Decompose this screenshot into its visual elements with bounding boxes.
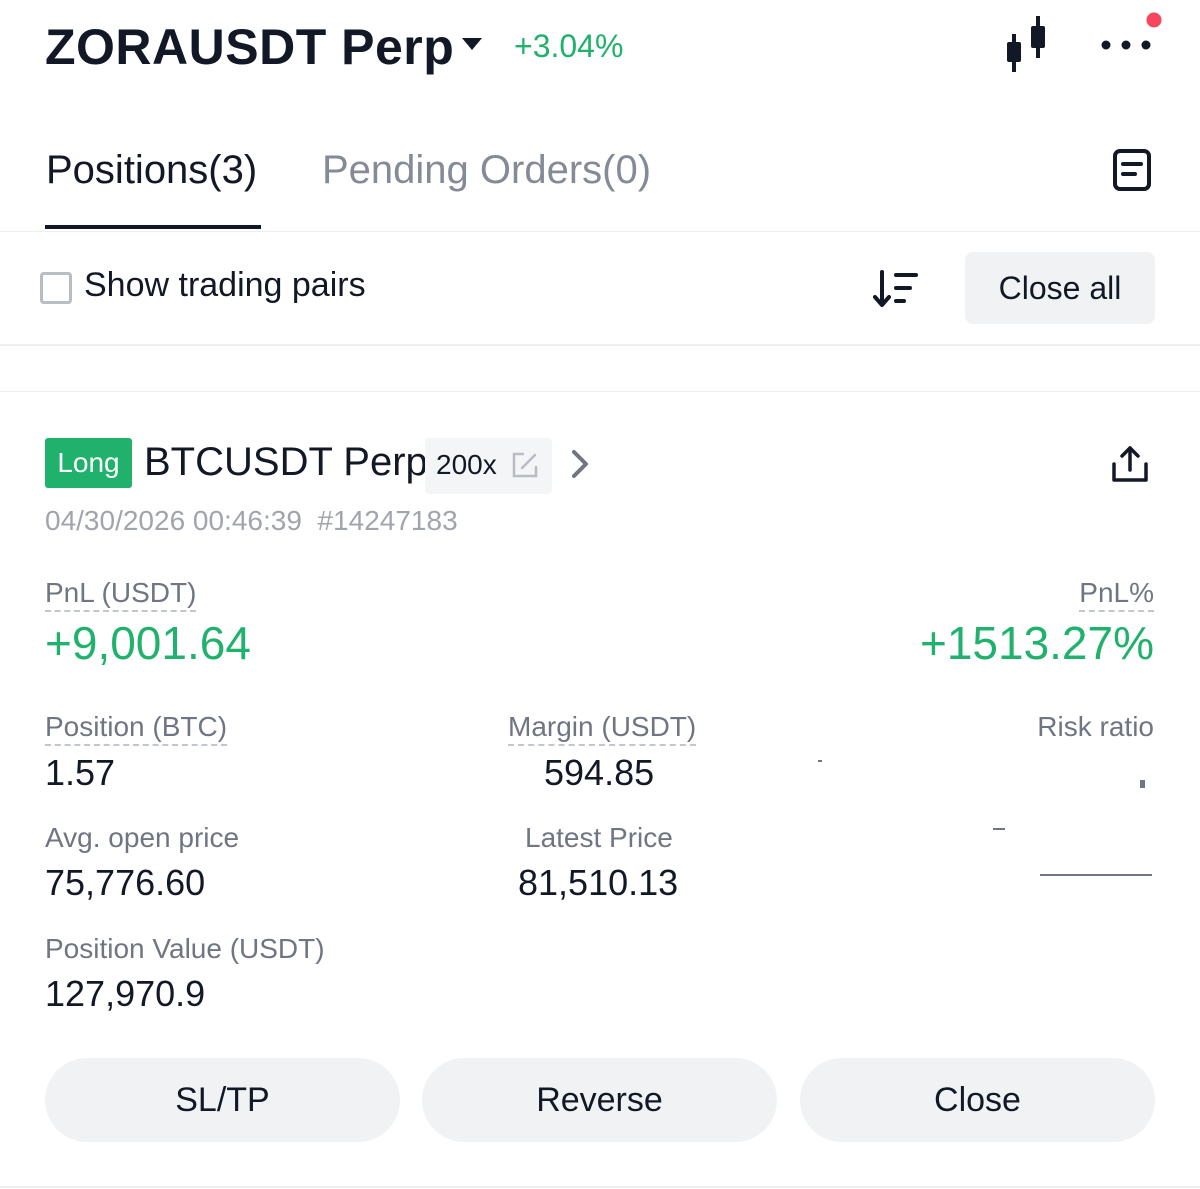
sl-tp-button[interactable]: SL/TP [45,1058,400,1142]
close-position-button[interactable]: Close [800,1058,1155,1142]
price-change-percent: +3.04% [514,28,624,64]
redaction-artifact [1040,874,1152,876]
chevron-right-icon[interactable] [568,448,592,480]
side-badge: Long [45,438,132,488]
order-id: #14247183 [317,505,458,536]
position-size-label[interactable]: Position (BTC) [45,711,228,746]
position-value-value: 127,970.9 [45,973,206,1014]
close-all-button[interactable]: Close all [965,252,1155,324]
active-tab-indicator [45,225,261,229]
position-timestamp: 04/30/2026 00:46:39 #14247183 [45,505,458,537]
leverage-value: 200x [436,449,497,480]
more-dots-icon[interactable] [1098,10,1162,60]
risk-ratio-label: Risk ratio [1037,711,1154,742]
position-pair[interactable]: BTCUSDT Perp [144,440,428,485]
redaction-artifact [993,828,1005,830]
redaction-artifact [818,760,822,762]
margin-label[interactable]: Margin (USDT) [508,711,697,746]
divider [0,344,1200,346]
notification-dot [1146,12,1162,28]
symbol-title[interactable]: ZORAUSDT Perp [45,18,454,76]
latest-price-label: Latest Price [525,822,673,853]
pnl-value: +9,001.64 [45,617,251,669]
reverse-button[interactable]: Reverse [422,1058,777,1142]
position-value-label: Position Value (USDT) [45,933,325,964]
pnl-label[interactable]: PnL (USDT) [45,577,197,612]
open-time: 04/30/2026 00:46:39 [45,505,302,536]
show-pairs-checkbox[interactable] [40,272,72,304]
tab-positions[interactable]: Positions(3) [46,148,257,193]
tab-pending-orders[interactable]: Pending Orders(0) [322,148,651,193]
divider [0,1186,1200,1188]
pnl-percent-value: +1513.27% [919,617,1154,669]
share-icon[interactable] [1110,444,1150,484]
margin-value: 594.85 [544,752,655,793]
avg-open-price-value: 75,776.60 [45,862,206,903]
position-size-value: 1.57 [45,752,116,793]
symbol-dropdown-icon[interactable] [462,38,482,50]
sort-icon[interactable] [872,268,920,310]
notes-icon[interactable] [1110,146,1154,194]
show-pairs-label[interactable]: Show trading pairs [84,266,366,305]
divider [0,231,1200,232]
redaction-artifact [1140,780,1145,788]
edit-icon[interactable] [510,450,540,480]
pnl-percent-label[interactable]: PnL% [1079,577,1154,612]
latest-price-value: 81,510.13 [518,862,679,903]
divider [0,391,1200,392]
candlestick-icon[interactable] [1000,14,1052,74]
avg-open-price-label: Avg. open price [45,822,240,853]
